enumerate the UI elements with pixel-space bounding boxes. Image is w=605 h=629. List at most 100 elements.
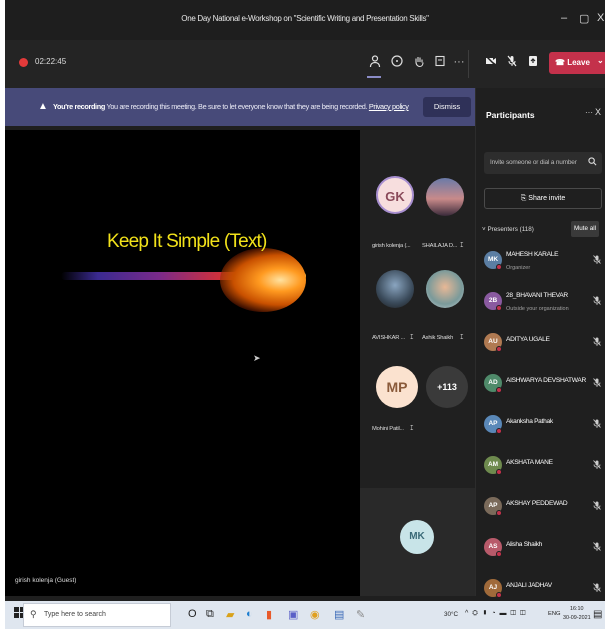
- participant-name: 28_BHAVANI THEVAR: [506, 292, 568, 299]
- toolbar-divider: [468, 50, 469, 78]
- office-icon[interactable]: ▮: [266, 608, 272, 621]
- chevron-down-icon: ˅: [482, 226, 486, 233]
- participant-row[interactable]: AP AKSHAY PEDDEWAD: [484, 494, 604, 524]
- leave-dropdown-icon[interactable]: ⌄: [597, 50, 604, 72]
- participant-row[interactable]: MK MAHESH KARALE Organizer: [484, 248, 604, 278]
- participant-tile-photo[interactable]: [376, 270, 414, 308]
- mic-muted-icon[interactable]: [593, 583, 601, 594]
- raise-hand-icon[interactable]: [411, 54, 427, 70]
- participant-tile-name: AVISHKAR ...: [372, 335, 405, 341]
- mic-muted-icon[interactable]: [593, 501, 601, 512]
- restore-button[interactable]: ▢: [579, 12, 589, 25]
- mic-muted-icon[interactable]: [593, 542, 601, 553]
- camera-off-icon[interactable]: [483, 54, 499, 70]
- warning-icon: ▲: [38, 101, 48, 112]
- system-tray-icons[interactable]: ^ ⛭ ▮ ◔ ▬ ◫ ◫: [465, 610, 527, 618]
- participant-row[interactable]: AU ADITYA UGALE: [484, 330, 604, 360]
- participant-tile-avatar[interactable]: GK: [376, 176, 414, 214]
- mic-muted-icon[interactable]: [593, 378, 601, 389]
- presence-status-icon: [496, 305, 502, 311]
- word-icon[interactable]: ▤: [334, 608, 344, 621]
- weather-readout[interactable]: 30°C: [444, 611, 458, 618]
- participant-name: AISHWARYA DEVSHATWAR: [506, 377, 586, 384]
- mouse-cursor-icon: ➤: [253, 353, 261, 363]
- presenters-count-label: Presenters (118): [487, 226, 534, 233]
- chat-icon[interactable]: [389, 54, 405, 70]
- taskbar-search-input[interactable]: ⚲ Type here to search: [23, 603, 171, 627]
- clock-time: 16:10: [570, 606, 584, 612]
- overflow-participants-count[interactable]: +113: [426, 366, 468, 408]
- presence-status-icon: [496, 510, 502, 516]
- leave-button[interactable]: ☎ Leave ⌄: [549, 52, 605, 74]
- mic-muted-icon[interactable]: [593, 296, 601, 307]
- meeting-timer: 02:22:45: [35, 57, 67, 66]
- mic-muted-icon: ꕯ: [410, 425, 414, 432]
- slide-light-flare: [220, 248, 306, 312]
- teams-icon[interactable]: ▣: [288, 608, 298, 621]
- search-icon[interactable]: [588, 157, 597, 168]
- taskbar-clock[interactable]: 16:10 30-09-2021: [563, 605, 591, 623]
- video-tiles-column: GK girish kolenja (... SHAILAJA D... ꕯ A…: [360, 130, 475, 596]
- cortana-icon[interactable]: O: [188, 608, 197, 620]
- rooms-icon[interactable]: [432, 54, 448, 70]
- window-title: One Day National e-Workshop on "Scientif…: [181, 14, 429, 23]
- leave-label: Leave: [567, 58, 590, 67]
- privacy-policy-link[interactable]: Privacy policy: [369, 102, 409, 111]
- minimize-button[interactable]: –: [561, 12, 567, 24]
- self-avatar: MK: [400, 520, 434, 554]
- participant-row[interactable]: AD AISHWARYA DEVSHATWAR: [484, 371, 604, 401]
- mic-muted-icon: ꕯ: [460, 334, 464, 341]
- task-view-icon[interactable]: ⧉: [206, 608, 214, 621]
- participant-row[interactable]: 2B 28_BHAVANI THEVAR Outside your organiza…: [484, 289, 604, 319]
- dismiss-button[interactable]: Dismiss: [423, 97, 471, 117]
- participant-name: ANJALI JADHAV: [506, 582, 552, 589]
- chrome-icon[interactable]: ◉: [310, 608, 320, 621]
- invite-input[interactable]: Invite someone or dial a number: [484, 152, 602, 174]
- notifications-icon[interactable]: ▤: [593, 609, 602, 620]
- presenters-section-header[interactable]: ˅ Presenters (118): [482, 226, 534, 233]
- participant-row[interactable]: AM AKSHATA MANE: [484, 453, 604, 483]
- recording-indicator-icon: [19, 58, 28, 67]
- participant-row[interactable]: AP Akanksha Pathak: [484, 412, 604, 442]
- participant-tile-photo[interactable]: [426, 178, 464, 216]
- participant-name: ADITYA UGALE: [506, 336, 550, 343]
- close-window-button[interactable]: X: [597, 12, 604, 24]
- pinned-app-icon[interactable]: ✎: [356, 608, 365, 621]
- clock-date: 30-09-2021: [563, 615, 591, 621]
- file-explorer-icon[interactable]: ▰: [226, 608, 234, 621]
- mic-muted-icon[interactable]: [593, 419, 601, 430]
- edge-icon[interactable]: ◐: [246, 608, 253, 620]
- share-invite-button[interactable]: ⎘ Share invite: [484, 188, 602, 209]
- participants-icon[interactable]: [367, 54, 383, 70]
- participant-role: Organizer: [506, 265, 531, 271]
- panel-more-icon[interactable]: ···: [585, 108, 593, 117]
- mic-muted-icon[interactable]: [593, 255, 601, 266]
- share-icon: ⎘: [520, 195, 527, 202]
- participant-row[interactable]: AS Alisha Shaikh: [484, 535, 604, 565]
- participant-tile-photo[interactable]: [426, 270, 464, 308]
- presence-status-icon: [496, 387, 502, 393]
- recording-banner: ▲ You're recording You are recording thi…: [5, 88, 475, 126]
- participant-role: Outside your organization: [506, 306, 569, 312]
- mic-muted-icon[interactable]: [593, 337, 601, 348]
- recording-message-bold: You're recording: [53, 102, 105, 111]
- recording-message: You're recording You are recording this …: [53, 102, 409, 111]
- share-screen-icon[interactable]: [525, 54, 541, 70]
- input-language[interactable]: ENG: [548, 611, 561, 617]
- panel-close-button[interactable]: X: [595, 107, 601, 117]
- windows-taskbar: ⚲ Type here to search O ⧉ ▰ ◐ ▮ ▣ ◉ ▤ ✎ …: [5, 601, 605, 629]
- presence-status-icon: [496, 264, 502, 270]
- presenter-name-label: girish kolenja (Guest): [15, 577, 77, 584]
- meeting-toolbar: 02:22:45 ··· ☎ Leave ⌄: [5, 40, 605, 88]
- more-actions-icon[interactable]: ···: [451, 54, 467, 70]
- participant-tile-name: Mohini Patil...: [372, 426, 404, 432]
- presence-status-icon: [496, 551, 502, 557]
- presence-status-icon: [496, 346, 502, 352]
- participant-tile-name: girish kolenja (...: [372, 243, 411, 249]
- share-invite-label: Share invite: [528, 195, 566, 202]
- mic-muted-icon[interactable]: [504, 54, 520, 70]
- participant-tile-avatar[interactable]: MP: [376, 366, 418, 408]
- participant-name: Akanksha Pathak: [506, 418, 553, 425]
- mic-muted-icon[interactable]: [593, 460, 601, 471]
- mute-all-button[interactable]: Mute all: [571, 221, 599, 237]
